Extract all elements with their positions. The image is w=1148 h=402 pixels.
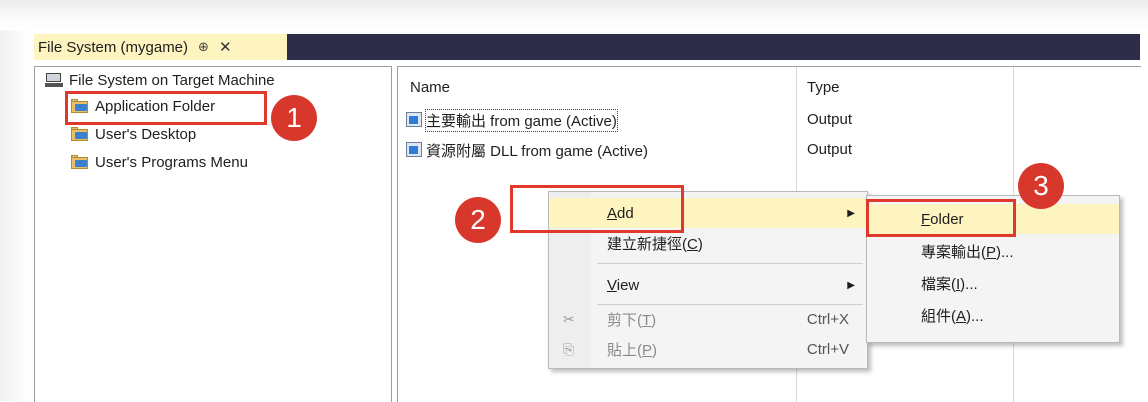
folder-icon <box>71 155 89 169</box>
highlight-box-folder <box>866 199 1016 237</box>
menu-item-shortcut: Ctrl+V <box>806 340 849 358</box>
menu-item-cut[interactable]: ✂ 剪下(T) Ctrl+X <box>549 304 867 334</box>
tab-title: File System (mygame) <box>38 38 189 56</box>
menu-item-label: View <box>607 276 640 294</box>
callout-badge-3: 3 <box>1018 163 1064 209</box>
tab-file-system[interactable]: File System (mygame) ⊕ ✕ <box>34 34 287 60</box>
highlight-box-add <box>510 185 684 233</box>
column-header-type[interactable]: Type <box>807 79 840 96</box>
menu-item-label: 組件(A)... <box>921 307 984 325</box>
menu-item-file[interactable]: 檔案(I)... <box>867 268 1119 298</box>
column-header-name[interactable]: Name <box>410 79 450 96</box>
tree-item-users-programs-menu[interactable]: User's Programs Menu <box>71 151 248 173</box>
menu-item-label: 剪下(T) <box>607 311 657 329</box>
chevron-right-icon: ▶ <box>847 207 855 219</box>
list-item-type: Output <box>807 111 853 128</box>
tree-item-users-desktop[interactable]: User's Desktop <box>71 123 196 145</box>
menu-item-label: 貼上(P) <box>607 341 658 359</box>
menu-item-label: 專案輸出(P)... <box>921 243 1014 261</box>
pin-icon[interactable]: ⊕ <box>198 39 209 55</box>
menu-item-label: 建立新捷徑(C) <box>607 235 703 253</box>
menu-separator <box>597 263 863 264</box>
clipboard-icon: ⎘ <box>563 340 575 357</box>
tree-item-root[interactable]: File System on Target Machine <box>45 69 275 91</box>
tree-item-label: User's Desktop <box>95 125 197 143</box>
chevron-right-icon: ▶ <box>847 279 855 291</box>
computer-icon <box>45 73 63 87</box>
menu-item-assembly[interactable]: 組件(A)... <box>867 300 1119 330</box>
callout-badge-2: 2 <box>455 197 501 243</box>
folder-icon <box>71 127 89 141</box>
list-item-type: Output <box>807 141 853 158</box>
menu-item-paste[interactable]: ⎘ 貼上(P) Ctrl+V <box>549 334 867 364</box>
close-icon[interactable]: ✕ <box>219 38 232 56</box>
list-item-name: 主要輸出 from game (Active) <box>425 108 618 132</box>
left-shadow <box>0 30 28 401</box>
tree-item-label: User's Programs Menu <box>95 153 248 171</box>
list-item-name: 資源附屬 DLL from game (Active) <box>426 142 648 160</box>
output-icon <box>406 142 424 158</box>
scissors-icon: ✂ <box>563 310 575 327</box>
menu-item-project-output[interactable]: 專案輸出(P)... <box>867 236 1119 266</box>
list-item[interactable]: 資源附屬 DLL from game (Active) <box>406 139 648 161</box>
callout-badge-1: 1 <box>271 95 317 141</box>
highlight-box-application-folder <box>65 91 267 125</box>
list-item[interactable]: 主要輸出 from game (Active) <box>406 108 618 132</box>
output-icon <box>406 112 424 128</box>
screenshot-frame: File System (mygame) ⊕ ✕ File System on … <box>0 0 1148 402</box>
top-shadow <box>0 0 1148 30</box>
menu-item-view[interactable]: View ▶ <box>549 270 867 300</box>
tree-item-label: File System on Target Machine <box>69 71 275 89</box>
menu-item-shortcut: Ctrl+X <box>806 310 849 328</box>
menu-item-label: 檔案(I)... <box>921 275 978 293</box>
